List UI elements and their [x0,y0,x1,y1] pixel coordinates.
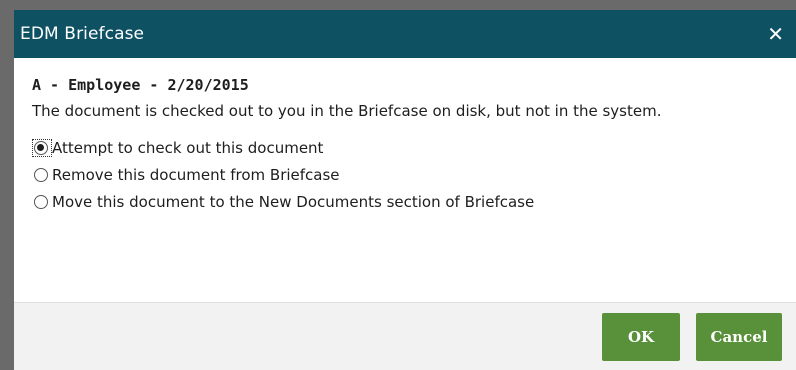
dialog-footer: OK Cancel [14,302,796,370]
document-heading: A - Employee - 2/20/2015 [32,76,249,94]
radio-remove-from-briefcase[interactable] [34,167,48,182]
edm-briefcase-dialog: EDM Briefcase ✕ A - Employee - 2/20/2015… [14,10,796,370]
option-label: Attempt to check out this document [52,138,324,157]
radio-wrap [32,166,52,184]
cancel-button[interactable]: Cancel [696,312,782,361]
radio-focus-ring [32,138,52,157]
radio-attempt-checkout[interactable] [34,140,48,155]
dialog-title: EDM Briefcase [20,24,145,44]
option-move-to-new-documents[interactable]: Move this document to the New Documents … [32,188,796,215]
dialog-body: A - Employee - 2/20/2015 The document is… [14,58,796,215]
option-label: Move this document to the New Documents … [52,192,535,211]
ok-button[interactable]: OK [602,312,680,361]
radio-move-to-new-documents[interactable] [34,194,48,209]
option-remove-from-briefcase[interactable]: Remove this document from Briefcase [32,161,796,188]
radio-wrap [32,193,52,211]
status-message: The document is checked out to you in th… [32,102,662,120]
close-icon[interactable]: ✕ [767,24,784,44]
option-attempt-checkout[interactable]: Attempt to check out this document [32,134,796,161]
dialog-titlebar: EDM Briefcase ✕ [14,10,796,58]
action-options: Attempt to check out this document Remov… [32,134,796,215]
option-label: Remove this document from Briefcase [52,165,340,184]
